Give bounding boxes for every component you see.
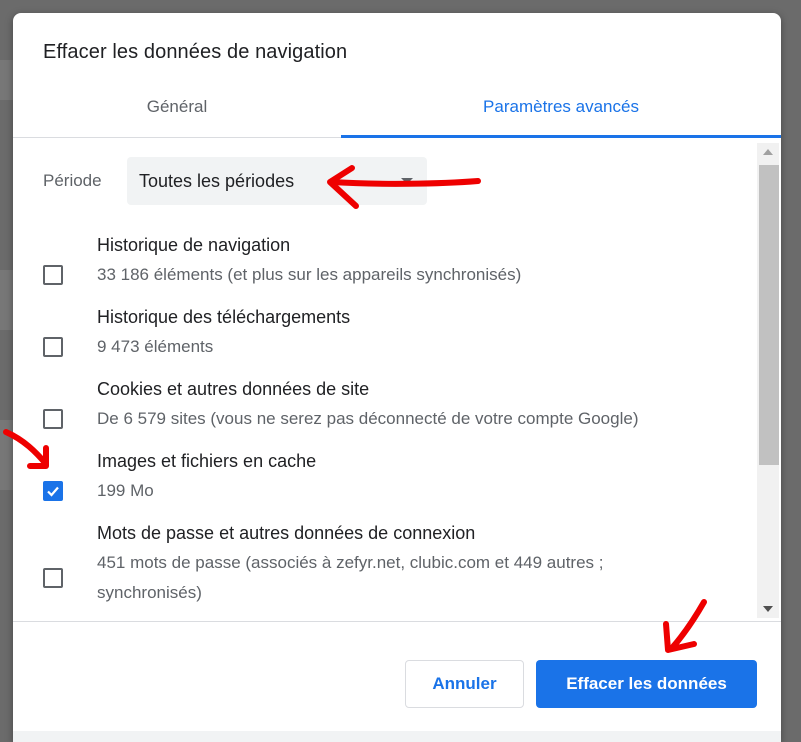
period-select[interactable]: Toutes les périodes: [127, 157, 427, 205]
checkbox-browsing-history[interactable]: [43, 265, 63, 285]
list-item: Images et fichiers en cache 199 Mo: [13, 451, 753, 523]
cancel-button[interactable]: Annuler: [405, 660, 524, 708]
item-title: Historique de navigation: [97, 235, 291, 255]
item-subtitle: 9 473 éléments: [97, 337, 214, 356]
list-item: Historique des téléchargements 9 473 élé…: [13, 307, 753, 379]
dialog-title: Effacer les données de navigation: [43, 41, 348, 63]
item-title: Historique des téléchargements: [97, 307, 351, 327]
item-title: Mots de passe et autres données de conne…: [97, 523, 476, 543]
clear-browsing-data-dialog: Effacer les données de navigation Généra…: [13, 13, 781, 742]
scrollbar-thumb[interactable]: [759, 165, 779, 465]
background-row: [0, 270, 14, 330]
tab-bar: Général Paramètres avancés: [13, 89, 781, 138]
clear-data-button[interactable]: Effacer les données: [536, 660, 757, 708]
scroll-down-arrow-icon[interactable]: [763, 606, 773, 612]
checkbox-download-history[interactable]: [43, 337, 63, 357]
item-subtitle: De 6 579 sites (vous ne serez pas déconn…: [97, 409, 639, 428]
tab-advanced[interactable]: Paramètres avancés: [341, 89, 781, 138]
background-row: [0, 60, 14, 100]
tab-general[interactable]: Général: [13, 89, 341, 137]
list-item: Mots de passe et autres données de conne…: [13, 523, 753, 621]
item-title: Cookies et autres données de site: [97, 379, 370, 399]
checkbox-cached-images[interactable]: [43, 481, 63, 501]
list-item: Cookies et autres données de site De 6 5…: [13, 379, 753, 451]
checkmark-icon: [47, 486, 59, 497]
scrollbar[interactable]: [757, 143, 779, 618]
checkbox-passwords[interactable]: [43, 568, 63, 588]
item-subtitle: 199 Mo: [97, 481, 154, 500]
footer-bottom-band: [13, 731, 781, 742]
item-subtitle: 451 mots de passe (associés à zefyr.net,…: [97, 553, 604, 602]
options-scroll-area[interactable]: Période Toutes les périodes Historique d…: [13, 138, 781, 621]
period-label: Période: [43, 171, 102, 190]
list-item: Historique de navigation 33 186 éléments…: [13, 235, 753, 307]
period-selected-value: Toutes les périodes: [139, 171, 295, 191]
tab-advanced-label: Paramètres avancés: [483, 97, 639, 116]
chevron-down-icon: [401, 178, 413, 184]
item-subtitle: 33 186 éléments (et plus sur les apparei…: [97, 265, 522, 284]
scroll-up-arrow-icon[interactable]: [763, 149, 773, 155]
checkbox-cookies[interactable]: [43, 409, 63, 429]
background-row: [0, 420, 14, 490]
item-title: Images et fichiers en cache: [97, 451, 317, 471]
dialog-footer: Annuler Effacer les données: [13, 621, 781, 742]
